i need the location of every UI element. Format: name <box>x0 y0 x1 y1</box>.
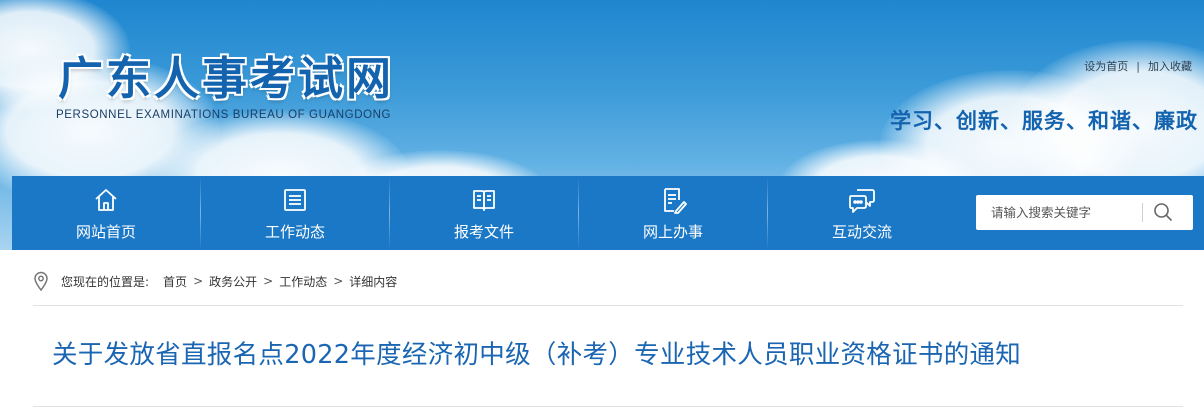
breadcrumb-item-work-news[interactable]: 工作动态 <box>279 273 327 290</box>
search-input[interactable] <box>976 195 1156 230</box>
nav-label: 网上办事 <box>642 223 703 241</box>
breadcrumb-item-home[interactable]: 首页 <box>163 273 187 290</box>
set-homepage-link[interactable]: 设为首页 <box>1084 58 1128 74</box>
nav-item-work-news[interactable]: 工作动态 <box>201 176 389 250</box>
nav-label: 报考文件 <box>453 223 514 241</box>
nav-item-online-services[interactable]: 网上办事 <box>579 176 767 250</box>
news-list-icon <box>284 189 306 211</box>
breadcrumb: 您现在的位置是: 首页 > 政务公开 > 工作动态 > 详细内容 <box>33 269 397 293</box>
search-box <box>976 195 1193 230</box>
top-links: 设为首页 | 加入收藏 <box>1084 58 1192 74</box>
edit-document-icon <box>664 188 687 214</box>
breadcrumb-separator: > <box>263 274 274 288</box>
nav-label: 互动交流 <box>831 223 892 241</box>
breadcrumb-item-government-affairs[interactable]: 政务公开 <box>209 273 257 290</box>
main-nav: 网站首页 工作动态 报考文件 网上办事 互动交流 请输入搜索关键字 <box>12 176 1204 250</box>
search-divider <box>1142 203 1143 222</box>
nav-item-home[interactable]: 网站首页 <box>12 176 200 250</box>
top-links-separator: | <box>1136 59 1140 73</box>
divider <box>33 406 1183 407</box>
site-logo-title[interactable]: 广东人事考试网 <box>58 44 394 105</box>
article-title: 关于发放省直报名点2022年度经济初中级（补考）专业技术人员职业资格证书的通知 <box>52 340 1022 370</box>
nav-label: 工作动态 <box>264 223 325 241</box>
nav-item-interaction[interactable]: 互动交流 <box>768 176 956 250</box>
nav-label: 网站首页 <box>75 223 136 241</box>
search-icon[interactable] <box>1152 201 1174 223</box>
add-favorite-link[interactable]: 加入收藏 <box>1148 58 1192 74</box>
breadcrumb-prefix: 您现在的位置是: <box>61 274 150 289</box>
breadcrumb-separator: > <box>193 274 204 288</box>
chat-bubbles-icon <box>849 189 875 213</box>
site-slogan: 学习、创新、服务、和谐、廉政 <box>890 109 1198 133</box>
open-book-icon <box>473 190 495 211</box>
divider <box>33 305 1183 306</box>
site-logo-subtitle: PERSONNEL EXAMINATIONS BUREAU OF GUANGDO… <box>56 109 392 121</box>
breadcrumb-item-detail: 详细内容 <box>349 274 398 289</box>
home-icon <box>95 189 117 211</box>
breadcrumb-separator: > <box>333 274 344 288</box>
location-pin-icon <box>34 271 48 291</box>
nav-item-exam-documents[interactable]: 报考文件 <box>390 176 578 250</box>
